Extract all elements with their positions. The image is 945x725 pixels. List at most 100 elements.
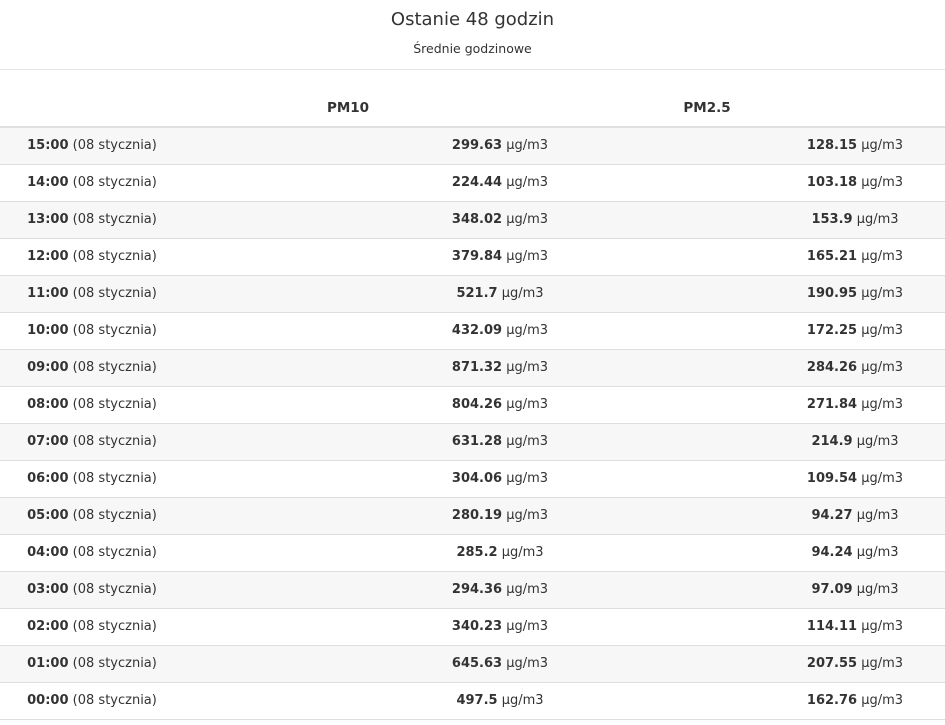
table-row: 03:00 (08 stycznia) 294.36 µg/m3 97.09 µg/…	[0, 572, 945, 609]
time-cell: 09:00 (08 stycznia)	[0, 350, 184, 386]
time-cell: 04:00 (08 stycznia)	[0, 535, 184, 571]
table-row: 00:00 (08 stycznia) 497.5 µg/m3 162.76 µg/…	[0, 683, 945, 720]
pm25-unit: µg/m3	[856, 545, 899, 560]
column-header-pm25: PM2.5	[683, 100, 731, 116]
pm25-value: 128.15	[806, 138, 858, 153]
pm25-cell: 114.11 µg/m3	[755, 609, 945, 645]
pm25-unit: µg/m3	[861, 323, 904, 338]
pm10-value: 871.32	[451, 360, 503, 375]
time-cell: 10:00 (08 stycznia)	[0, 313, 184, 349]
pm10-unit: µg/m3	[506, 175, 549, 190]
pm10-unit: µg/m3	[506, 397, 549, 412]
hour-label: 03:00	[27, 582, 69, 597]
hour-label: 01:00	[27, 656, 69, 671]
pm25-value: 103.18	[806, 175, 858, 190]
pm25-cell: 153.9 µg/m3	[755, 202, 945, 238]
pm10-value: 340.23	[451, 619, 503, 634]
pm25-value: 114.11	[806, 619, 858, 634]
pm25-value: 284.26	[806, 360, 858, 375]
table-row: 02:00 (08 stycznia) 340.23 µg/m3 114.11 µg…	[0, 609, 945, 646]
pm25-unit: µg/m3	[861, 397, 904, 412]
hour-label: 00:00	[27, 693, 69, 708]
date-label: (08 stycznia)	[72, 471, 157, 486]
pm10-cell: 299.63 µg/m3	[400, 128, 600, 164]
pm10-cell: 340.23 µg/m3	[400, 609, 600, 645]
pm25-unit: µg/m3	[856, 582, 899, 597]
pm10-value: 304.06	[451, 471, 503, 486]
pm25-cell: 214.9 µg/m3	[755, 424, 945, 460]
table-row: 04:00 (08 stycznia) 285.2 µg/m3 94.24 µg/m…	[0, 535, 945, 572]
time-cell: 07:00 (08 stycznia)	[0, 424, 184, 460]
pm10-value: 804.26	[451, 397, 503, 412]
pm10-value: 224.44	[451, 175, 503, 190]
pm25-value: 109.54	[806, 471, 858, 486]
time-cell: 02:00 (08 stycznia)	[0, 609, 184, 645]
date-label: (08 stycznia)	[72, 286, 157, 301]
hour-label: 06:00	[27, 471, 69, 486]
pm25-value: 271.84	[806, 397, 858, 412]
pm10-unit: µg/m3	[506, 249, 549, 264]
date-label: (08 stycznia)	[72, 138, 157, 153]
hour-label: 09:00	[27, 360, 69, 375]
pm10-cell: 304.06 µg/m3	[400, 461, 600, 497]
pm25-value: 94.27	[811, 508, 853, 523]
pm25-value: 97.09	[811, 582, 853, 597]
pm10-cell: 804.26 µg/m3	[400, 387, 600, 423]
pm10-value: 432.09	[451, 323, 503, 338]
pm10-cell: 631.28 µg/m3	[400, 424, 600, 460]
table-row: 09:00 (08 stycznia) 871.32 µg/m3 284.26 µg…	[0, 350, 945, 387]
hour-label: 02:00	[27, 619, 69, 634]
hour-label: 08:00	[27, 397, 69, 412]
pm10-unit: µg/m3	[506, 434, 549, 449]
table-row: 07:00 (08 stycznia) 631.28 µg/m3 214.9 µg/…	[0, 424, 945, 461]
date-label: (08 stycznia)	[72, 619, 157, 634]
pm10-cell: 379.84 µg/m3	[400, 239, 600, 275]
pm25-cell: 109.54 µg/m3	[755, 461, 945, 497]
table-row: 06:00 (08 stycznia) 304.06 µg/m3 109.54 µg…	[0, 461, 945, 498]
pm25-unit: µg/m3	[861, 360, 904, 375]
date-label: (08 stycznia)	[72, 656, 157, 671]
pm10-cell: 348.02 µg/m3	[400, 202, 600, 238]
table-header: PM10 PM2.5	[0, 70, 945, 128]
pm10-value: 294.36	[451, 582, 503, 597]
pm10-unit: µg/m3	[506, 138, 549, 153]
pm25-unit: µg/m3	[861, 619, 904, 634]
pm25-unit: µg/m3	[861, 138, 904, 153]
table-row: 10:00 (08 stycznia) 432.09 µg/m3 172.25 µg…	[0, 313, 945, 350]
table-row: 01:00 (08 stycznia) 645.63 µg/m3 207.55 µg…	[0, 646, 945, 683]
time-cell: 06:00 (08 stycznia)	[0, 461, 184, 497]
pm25-unit: µg/m3	[861, 693, 904, 708]
pm10-unit: µg/m3	[506, 656, 549, 671]
pm10-value: 645.63	[451, 656, 503, 671]
pm10-cell: 871.32 µg/m3	[400, 350, 600, 386]
time-cell: 08:00 (08 stycznia)	[0, 387, 184, 423]
pm25-value: 153.9	[811, 212, 853, 227]
hour-label: 12:00	[27, 249, 69, 264]
hour-label: 04:00	[27, 545, 69, 560]
column-header-pm10: PM10	[326, 100, 370, 116]
pm10-cell: 497.5 µg/m3	[400, 683, 600, 719]
pm10-value: 521.7	[456, 286, 498, 301]
hour-label: 10:00	[27, 323, 69, 338]
time-cell: 15:00 (08 stycznia)	[0, 128, 184, 164]
pm25-value: 190.95	[806, 286, 858, 301]
pm10-cell: 521.7 µg/m3	[400, 276, 600, 312]
pm25-value: 165.21	[806, 249, 858, 264]
hour-label: 13:00	[27, 212, 69, 227]
date-label: (08 stycznia)	[72, 323, 157, 338]
time-cell: 11:00 (08 stycznia)	[0, 276, 184, 312]
pm25-cell: 172.25 µg/m3	[755, 313, 945, 349]
pm25-cell: 94.27 µg/m3	[755, 498, 945, 534]
date-label: (08 stycznia)	[72, 249, 157, 264]
pm25-cell: 128.15 µg/m3	[755, 128, 945, 164]
time-cell: 01:00 (08 stycznia)	[0, 646, 184, 682]
pm10-unit: µg/m3	[501, 693, 544, 708]
hour-label: 14:00	[27, 175, 69, 190]
hour-label: 07:00	[27, 434, 69, 449]
hour-label: 05:00	[27, 508, 69, 523]
pm10-value: 379.84	[451, 249, 503, 264]
pm10-cell: 645.63 µg/m3	[400, 646, 600, 682]
pm10-unit: µg/m3	[506, 471, 549, 486]
table-row: 05:00 (08 stycznia) 280.19 µg/m3 94.27 µg/…	[0, 498, 945, 535]
pm25-unit: µg/m3	[861, 249, 904, 264]
